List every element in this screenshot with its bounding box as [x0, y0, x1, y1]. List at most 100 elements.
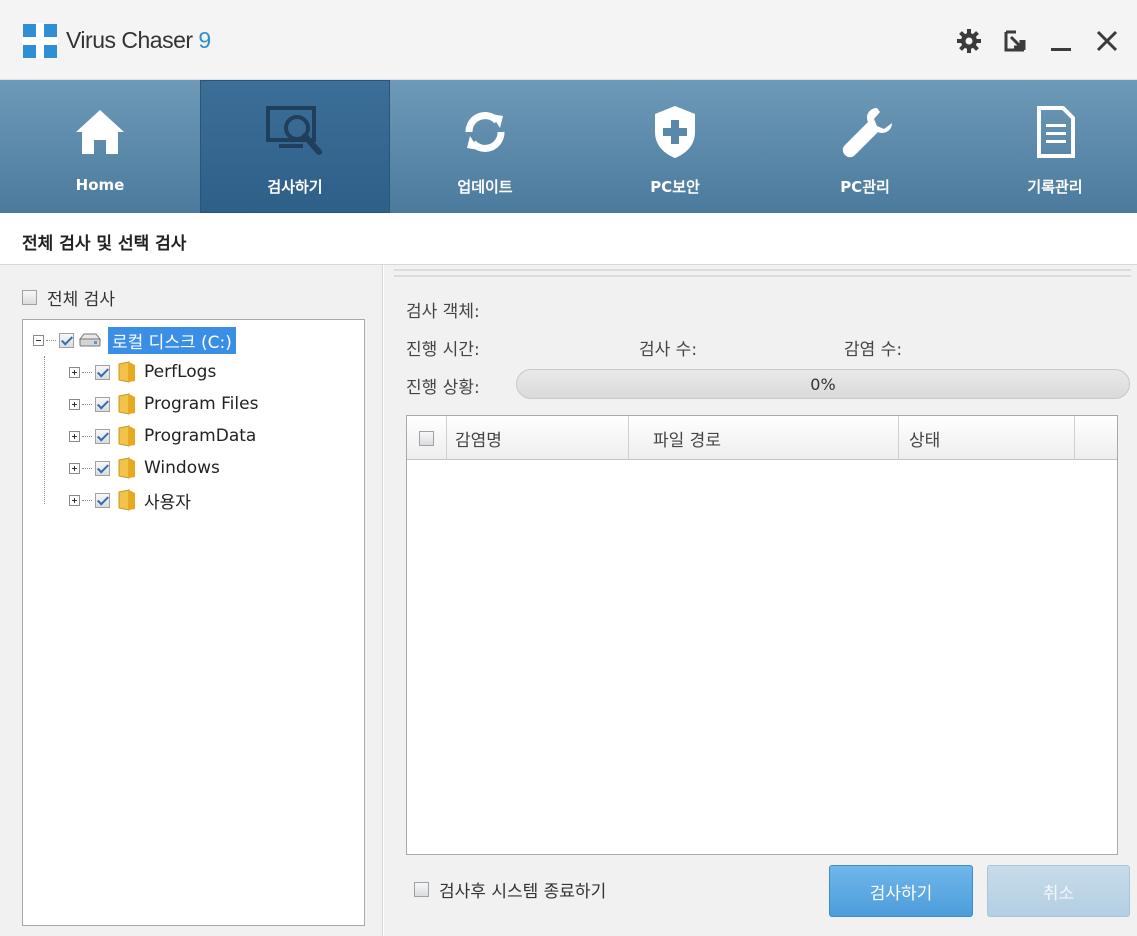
resize-window-icon	[1004, 30, 1026, 52]
scan-object-label: 검사 객체:	[406, 302, 480, 322]
full-scan-option[interactable]: 전체 검사	[22, 285, 115, 310]
folder-icon	[118, 393, 135, 415]
tree-node-label: Program Files	[144, 394, 259, 414]
nav-update-label: 업데이트	[457, 178, 513, 196]
tree-dots	[46, 339, 56, 341]
tree-checkbox[interactable]	[59, 332, 74, 348]
tree-dots	[82, 371, 92, 373]
select-all-column	[407, 416, 447, 460]
expand-icon[interactable]	[69, 494, 80, 506]
shutdown-after-scan-option[interactable]: 검사후 시스템 종료하기	[414, 877, 606, 902]
nav-update[interactable]: 업데이트	[390, 80, 580, 213]
tree-dots	[82, 467, 92, 469]
minimize-button[interactable]	[1045, 25, 1077, 57]
nav-pc-management[interactable]: PC관리	[770, 80, 960, 213]
app-logo-icon	[22, 23, 58, 59]
section-header: 전체 검사 및 선택 검사	[0, 213, 1137, 265]
progress-percent: 0%	[810, 375, 836, 394]
results-header: 감염명 파일 경로 상태	[407, 416, 1117, 460]
gear-icon	[957, 29, 981, 53]
folder-icon	[118, 361, 135, 383]
full-scan-label: 전체 검사	[47, 290, 115, 310]
nav-scan[interactable]: 검사하기	[200, 80, 390, 213]
column-file-path: 파일 경로	[653, 430, 721, 451]
scan-status-pane: 검사 객체: 진행 시간: 검사 수: 감염 수: 진행 상황: 0% 감염명 …	[384, 265, 1137, 936]
tree-checkbox[interactable]	[95, 364, 110, 380]
tree-node[interactable]: 사용자	[69, 485, 191, 515]
column-header[interactable]: 상태	[899, 416, 1075, 460]
nav-logs-label: 기록관리	[1027, 178, 1083, 196]
nav-home[interactable]: Home	[0, 80, 200, 213]
folder-icon	[118, 425, 135, 447]
close-button[interactable]	[1091, 25, 1123, 57]
main-nav: Home 검사하기 업데이트 PC보안 PC관리 기록관리	[0, 80, 1137, 213]
mini-mode-button[interactable]	[999, 25, 1031, 57]
section-title: 전체 검사 및 선택 검사	[22, 234, 187, 254]
nav-pc-management-label: PC관리	[840, 178, 890, 196]
select-all-checkbox[interactable]	[419, 430, 434, 446]
folder-tree: 로컬 디스크 (C:) PerfLogs Program Files Progr…	[22, 319, 365, 926]
home-icon	[76, 110, 124, 154]
tree-checkbox[interactable]	[95, 492, 110, 508]
shutdown-checkbox[interactable]	[414, 882, 429, 897]
nav-scan-label: 검사하기	[267, 178, 323, 196]
scanned-count-label: 검사 수:	[639, 340, 698, 360]
full-scan-checkbox[interactable]	[22, 290, 37, 305]
tree-node-label: PerfLogs	[144, 362, 217, 382]
tree-checkbox[interactable]	[95, 396, 110, 412]
column-status: 상태	[909, 430, 941, 451]
folder-icon	[118, 457, 135, 479]
tree-node-label: ProgramData	[144, 426, 257, 446]
tree-node-root[interactable]: 로컬 디스크 (C:)	[33, 325, 236, 355]
app-version: 9	[198, 27, 211, 53]
nav-pc-security[interactable]: PC보안	[580, 80, 770, 213]
tree-connector	[44, 356, 45, 504]
folder-icon	[118, 489, 135, 511]
shield-plus-icon	[655, 106, 695, 158]
nav-logs[interactable]: 기록관리	[960, 80, 1137, 213]
tree-node[interactable]: Program Files	[69, 389, 258, 419]
tree-dots	[82, 403, 92, 405]
tree-checkbox[interactable]	[95, 460, 110, 476]
wrench-icon	[842, 108, 892, 158]
start-scan-button[interactable]: 검사하기	[829, 865, 973, 917]
infected-count-label: 감염 수:	[844, 340, 903, 360]
nav-home-label: Home	[75, 176, 125, 194]
document-icon	[1037, 106, 1075, 158]
settings-button[interactable]	[953, 25, 985, 57]
pane-grip	[394, 269, 1131, 277]
tree-node[interactable]: PerfLogs	[69, 357, 216, 387]
column-header[interactable]: 파일 경로	[629, 416, 899, 460]
window-controls	[953, 22, 1123, 60]
scan-target-pane: 전체 검사 로컬 디스크 (C:) PerfLogs Program Files…	[0, 265, 383, 936]
drive-icon	[78, 333, 102, 347]
minimize-icon	[1051, 48, 1071, 51]
tree-node[interactable]: Windows	[69, 453, 220, 483]
expand-icon[interactable]	[69, 398, 80, 410]
expand-icon[interactable]	[69, 462, 80, 474]
title-bar: Virus Chaser 9	[0, 0, 1137, 80]
app-title: Virus Chaser 9	[66, 27, 211, 54]
close-icon	[1096, 30, 1118, 52]
column-header[interactable]: 감염명	[447, 416, 629, 460]
column-infection-name: 감염명	[455, 430, 502, 451]
progress-label: 진행 상황:	[406, 378, 480, 398]
tree-dots	[82, 435, 92, 437]
app-title-text: Virus Chaser	[66, 27, 193, 53]
expand-icon[interactable]	[69, 430, 80, 442]
infection-results-table: 감염명 파일 경로 상태	[406, 415, 1118, 855]
shutdown-label: 검사후 시스템 종료하기	[439, 882, 607, 902]
elapsed-time-label: 진행 시간:	[406, 340, 480, 360]
tree-node-label: Windows	[144, 458, 220, 478]
tree-checkbox[interactable]	[95, 428, 110, 444]
scan-monitor-icon	[266, 106, 322, 155]
tree-node[interactable]: ProgramData	[69, 421, 256, 451]
expand-icon[interactable]	[69, 366, 80, 378]
nav-pc-security-label: PC보안	[650, 178, 700, 196]
cancel-button[interactable]: 취소	[987, 865, 1130, 917]
collapse-icon[interactable]	[33, 334, 44, 346]
tree-dots	[82, 499, 92, 501]
refresh-icon	[465, 112, 505, 152]
scan-progress-bar: 0%	[516, 369, 1130, 399]
tree-node-label: 사용자	[144, 492, 191, 513]
